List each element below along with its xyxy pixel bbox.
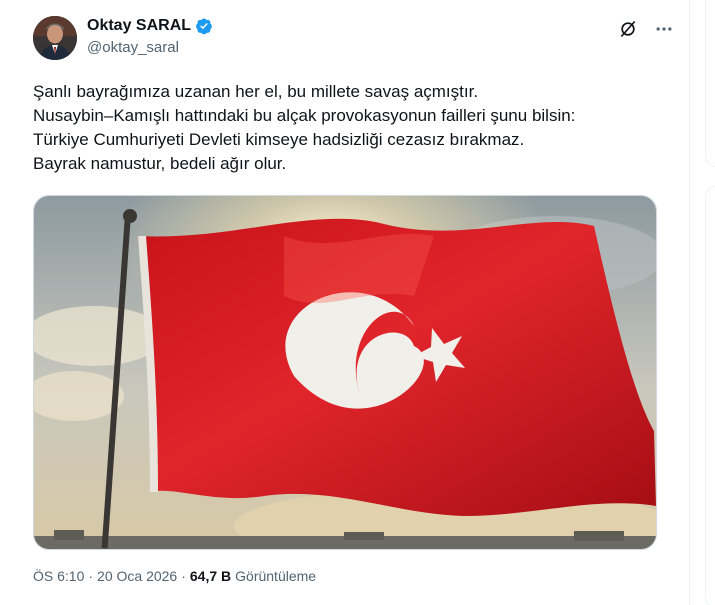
tweet-date[interactable]: 20 Oca 2026 [97,568,177,584]
tweet-meta: ÖS 6:10 · 20 Oca 2026 · 64,7 B Görüntüle… [33,568,316,584]
tweet-text-line: Bayrak namustur, bedeli ağır olur. [33,154,287,173]
tweet-text-line: Şanlı bayrağımıza uzanan her el, bu mill… [33,82,479,101]
turkish-flag-photo [34,196,656,549]
views-label: Görüntüleme [235,568,317,584]
tweet-actions [617,18,675,40]
tweet-text-line: Türkiye Cumhuriyeti Devleti kimseye hads… [33,130,525,149]
tweet-image[interactable] [33,195,657,550]
tweet-text-line: Nusaybin–Kamışlı hattındaki bu alçak pro… [33,106,576,125]
sidebar-card [705,186,715,605]
tweet-text: Şanlı bayrağımıza uzanan her el, bu mill… [33,80,673,176]
verified-badge-icon[interactable] [195,17,213,35]
avatar[interactable] [33,16,77,60]
views-count: 64,7 B [189,568,232,584]
author-handle[interactable]: @oktay_saral [87,39,179,56]
meta-separator: · [181,568,186,584]
author-name-row: Oktay SARAL [87,17,213,35]
tweet-time[interactable]: ÖS 6:10 [33,568,84,584]
column-divider [689,0,690,605]
sidebar-card [705,0,715,167]
tweet-header: Oktay SARAL @oktay_saral [33,14,675,62]
grok-icon[interactable] [617,18,639,40]
tweet-page: Oktay SARAL @oktay_saral Şanlı bayrağımı… [0,0,715,605]
author-display-name[interactable]: Oktay SARAL [87,17,191,35]
more-icon[interactable] [653,18,675,40]
meta-separator: · [88,568,94,584]
